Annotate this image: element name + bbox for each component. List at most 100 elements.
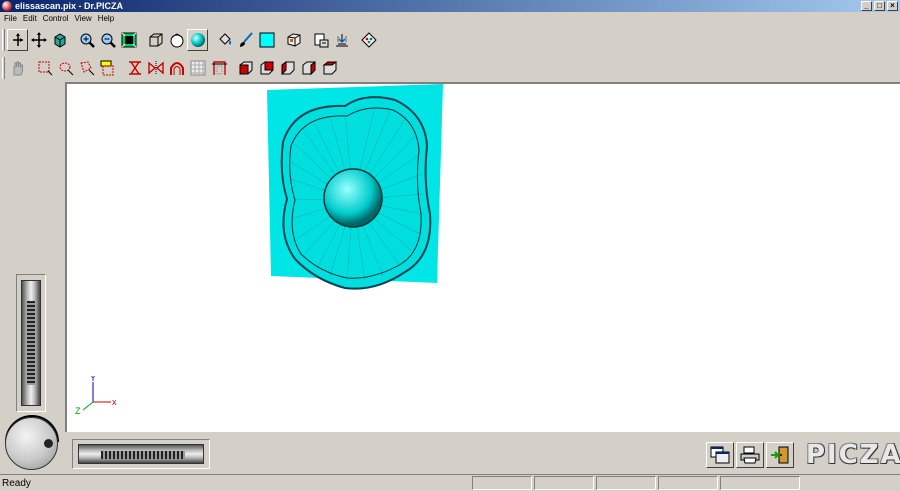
brush-icon xyxy=(239,31,253,47)
rect-select-icon xyxy=(38,61,52,75)
maximize-button[interactable]: □ xyxy=(874,1,885,11)
axis-z-label: Z xyxy=(75,406,81,416)
grid-button[interactable] xyxy=(187,57,208,79)
status-pane xyxy=(472,476,532,490)
menu-edit[interactable]: Edit xyxy=(21,14,41,23)
hand-icon xyxy=(13,61,23,75)
mirror-x-icon xyxy=(128,60,141,75)
view-right-button[interactable] xyxy=(298,57,319,79)
color-swatch-icon xyxy=(259,32,274,47)
lasso-select-icon xyxy=(59,62,73,75)
slider-thumb[interactable] xyxy=(27,301,35,385)
menu-control[interactable]: Control xyxy=(41,14,73,23)
view-front-button[interactable] xyxy=(235,57,256,79)
arch-button[interactable] xyxy=(166,57,187,79)
paint-bucket-icon xyxy=(218,32,231,45)
menu-file[interactable]: File xyxy=(2,14,21,23)
view-right-icon xyxy=(302,60,315,75)
sphere-render-button[interactable] xyxy=(187,28,208,51)
brush-button[interactable] xyxy=(235,29,256,51)
export-button[interactable] xyxy=(310,29,331,51)
move-button[interactable] xyxy=(28,29,49,51)
arch-icon xyxy=(169,61,184,75)
view-back-icon xyxy=(260,61,273,74)
wireframe-icon xyxy=(149,33,162,46)
zoom-fit-icon xyxy=(121,32,136,47)
cube-view-icon xyxy=(287,32,300,47)
wireframe-button[interactable] xyxy=(145,29,166,51)
exit-button[interactable] xyxy=(766,442,794,468)
action-buttons xyxy=(706,442,794,468)
exit-door-icon xyxy=(771,446,789,464)
zoom-out-button[interactable] xyxy=(97,29,118,51)
status-pane xyxy=(534,476,594,490)
mirror-y-icon xyxy=(147,60,164,75)
axis-gizmo: Y x Z xyxy=(75,376,117,416)
color-button[interactable] xyxy=(256,29,277,51)
menu-help[interactable]: Help xyxy=(96,14,118,23)
erase-select-icon xyxy=(79,60,94,75)
window-title: elissascan.pix - Dr.PICZA xyxy=(15,1,124,11)
status-bar: Ready xyxy=(0,474,900,491)
shaded-button[interactable] xyxy=(166,29,187,51)
3d-viewport[interactable]: Y x Z xyxy=(65,82,900,432)
windows-copy-icon xyxy=(710,446,730,464)
scan-icon xyxy=(335,33,348,46)
erase-select-button[interactable] xyxy=(76,57,97,79)
lasso-select-button[interactable] xyxy=(55,57,76,79)
edit-toolbar xyxy=(0,54,340,81)
vertical-zoom-slider[interactable] xyxy=(16,274,46,412)
menu-view[interactable]: View xyxy=(72,14,95,23)
crop-button[interactable] xyxy=(208,57,229,79)
slider-thumb[interactable] xyxy=(101,451,185,459)
select-arrow-icon xyxy=(12,32,23,46)
window-controls: _ □ × xyxy=(861,1,898,11)
select-all-button[interactable] xyxy=(97,57,118,79)
axis-y-label: Y xyxy=(90,376,96,383)
cube-view-button[interactable] xyxy=(283,29,304,51)
view-front-icon xyxy=(239,61,252,74)
zoom-out-icon xyxy=(101,33,116,48)
rotate-button[interactable] xyxy=(49,29,70,51)
main-toolbar xyxy=(0,26,379,53)
toolbar-grip[interactable] xyxy=(2,28,5,51)
toolbar-grip[interactable] xyxy=(2,56,5,79)
status-pane xyxy=(596,476,656,490)
left-control-panel xyxy=(0,82,65,472)
bottom-control-bar: PICZA xyxy=(0,434,900,472)
app-window: elissascan.pix - Dr.PICZA _ □ × File Edi… xyxy=(0,0,900,491)
settings-icon xyxy=(360,31,377,48)
scan-button[interactable] xyxy=(331,29,352,51)
status-pane xyxy=(720,476,800,490)
app-icon[interactable] xyxy=(2,1,12,11)
print-button[interactable] xyxy=(736,442,764,468)
horizontal-slider[interactable] xyxy=(72,439,210,469)
export-icon xyxy=(314,33,328,47)
title-bar: elissascan.pix - Dr.PICZA _ □ × xyxy=(0,0,900,12)
picza-logo: PICZA xyxy=(806,440,900,470)
rotate-cube-icon xyxy=(54,32,65,48)
mirror-y-button[interactable] xyxy=(145,57,166,79)
close-button[interactable]: × xyxy=(887,1,898,11)
move-cross-icon xyxy=(30,31,47,48)
sphere-render-icon xyxy=(190,32,205,47)
grid-icon xyxy=(190,60,205,75)
minimize-button[interactable]: _ xyxy=(861,1,872,11)
crop-icon xyxy=(211,60,227,75)
shaded-surface-icon xyxy=(170,32,183,47)
status-text: Ready xyxy=(2,477,31,489)
paint-bucket-button[interactable] xyxy=(214,29,235,51)
scan-model[interactable] xyxy=(265,84,445,299)
select-arrow-button[interactable] xyxy=(7,28,28,51)
mirror-x-button[interactable] xyxy=(124,57,145,79)
view-left-icon xyxy=(281,60,294,75)
settings-button[interactable] xyxy=(358,29,379,51)
copy-window-button[interactable] xyxy=(706,442,734,468)
hand-button[interactable] xyxy=(7,57,28,79)
view-top-button[interactable] xyxy=(319,57,340,79)
view-left-button[interactable] xyxy=(277,57,298,79)
zoom-in-button[interactable] xyxy=(76,29,97,51)
view-back-button[interactable] xyxy=(256,57,277,79)
rect-select-button[interactable] xyxy=(34,57,55,79)
zoom-fit-button[interactable] xyxy=(118,29,139,51)
